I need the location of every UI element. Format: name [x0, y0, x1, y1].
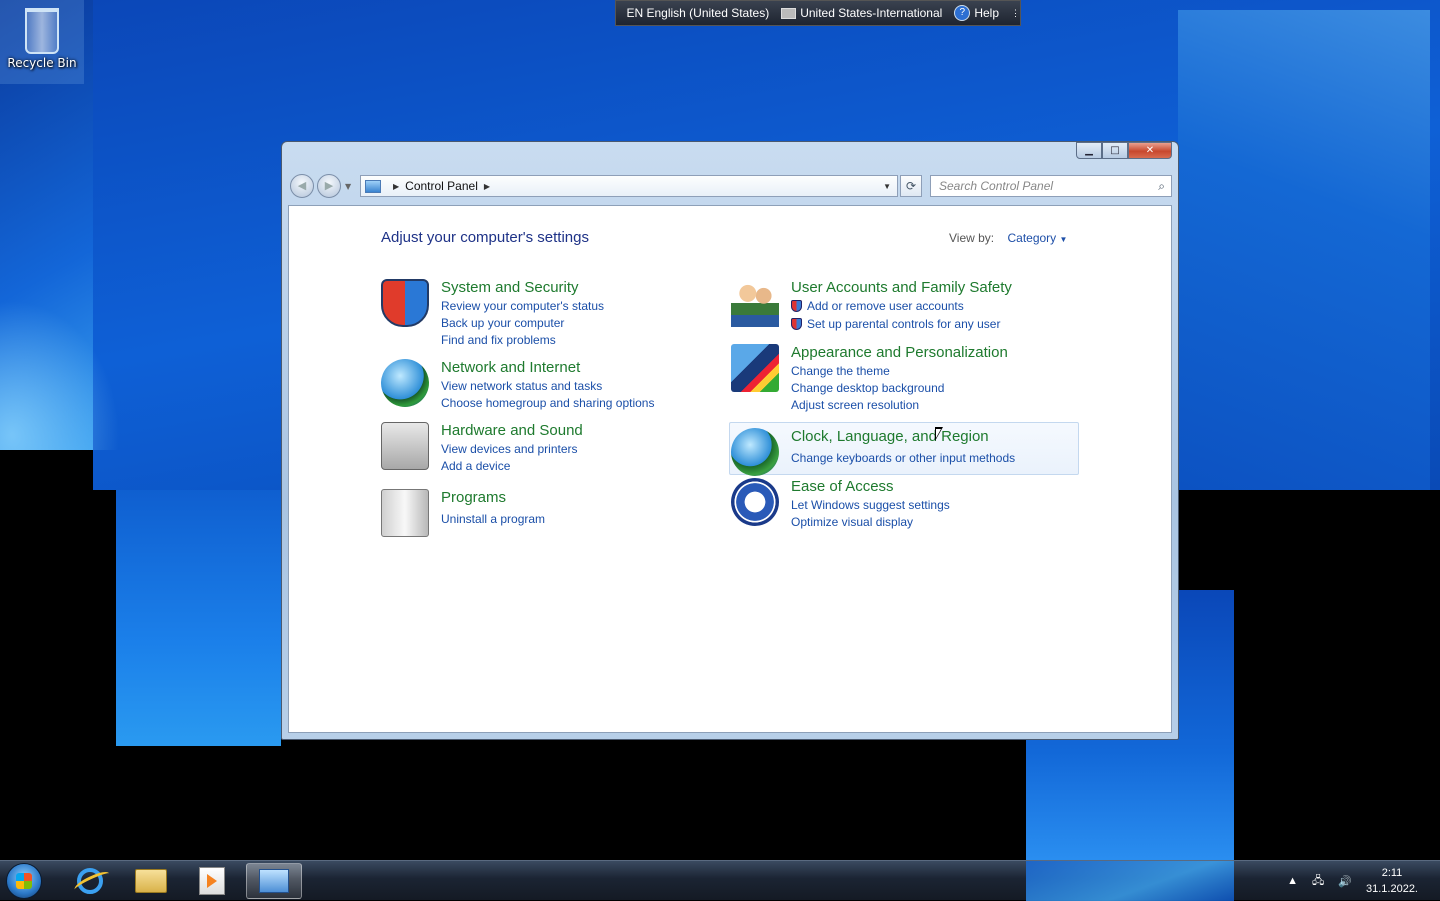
recycle-bin-label: Recycle Bin [0, 56, 84, 70]
category-title[interactable]: Ease of Access [791, 478, 894, 495]
breadcrumb-control-panel[interactable]: Control Panel [405, 179, 478, 193]
system-clock[interactable]: 2:11 31.1.2022. [1366, 865, 1418, 897]
category-link[interactable]: Change keyboards or other input methods [791, 450, 1015, 467]
language-bar-options[interactable]: ⋮ [1011, 8, 1020, 19]
language-selector[interactable]: EN English (United States) [626, 6, 769, 20]
taskbar-internet-explorer[interactable] [62, 863, 118, 899]
address-bar[interactable]: ▶ Control Panel ▶ ▼ [360, 175, 898, 197]
windows-logo-icon [16, 873, 32, 889]
language-bar[interactable]: EN English (United States) United States… [615, 0, 1021, 26]
taskbar-media-player[interactable] [184, 863, 240, 899]
folder-icon [135, 869, 167, 893]
desktop-wallpaper-patch [116, 490, 281, 746]
search-icon[interactable]: ⌕ [1158, 179, 1165, 194]
maximize-button[interactable]: □ [1102, 142, 1128, 159]
taskbar-windows-explorer[interactable] [123, 863, 179, 899]
search-placeholder: Search Control Panel [939, 179, 1053, 193]
help-icon: ? [954, 5, 970, 21]
category-link[interactable]: View devices and printers [441, 441, 578, 458]
link-row: Add or remove user accounts [791, 298, 1000, 315]
help-label: Help [974, 6, 999, 20]
category-link[interactable]: Let Windows suggest settings [791, 497, 950, 514]
control-panel-icon [259, 869, 289, 893]
search-input[interactable]: Search Control Panel ⌕ [930, 175, 1172, 197]
category-link[interactable]: Uninstall a program [441, 511, 545, 528]
chevron-down-icon: ▼ [1060, 235, 1068, 244]
category-link[interactable]: Review your computer's status [441, 298, 604, 315]
shield-icon[interactable] [381, 279, 429, 327]
volume-icon[interactable]: 🔊 [1338, 875, 1352, 888]
network-icon[interactable]: 🖧 [1312, 872, 1324, 891]
category-link[interactable]: Set up parental controls for any user [807, 317, 1000, 331]
navigation-bar: ◀ ▶ ▼ ▶ Control Panel ▶ ▼ ⟳ Search Contr… [290, 174, 1170, 200]
breadcrumb-chevron-icon[interactable]: ▶ [484, 182, 490, 191]
category-link[interactable]: Optimize visual display [791, 514, 950, 531]
keyboard-icon [781, 8, 796, 19]
uac-shield-icon [791, 318, 802, 330]
clock-time: 2:11 [1366, 865, 1418, 881]
category-link[interactable]: Adjust screen resolution [791, 397, 944, 414]
category-title[interactable]: Network and Internet [441, 359, 580, 376]
appearance-icon[interactable] [731, 344, 779, 392]
uac-shield-icon [791, 300, 802, 312]
category-title[interactable]: Programs [441, 489, 506, 506]
recycle-bin-icon [25, 8, 59, 54]
category-title[interactable]: Appearance and Personalization [791, 344, 1008, 361]
category-link[interactable]: Change the theme [791, 363, 944, 380]
category-link[interactable]: Add or remove user accounts [807, 299, 964, 313]
content-pane: Adjust your computer's settings View by:… [288, 205, 1172, 733]
printer-icon[interactable] [381, 422, 429, 470]
category-title[interactable]: System and Security [441, 279, 579, 296]
taskbar-control-panel[interactable] [246, 863, 302, 899]
notification-area: ▲ 🖧 🔊 2:11 31.1.2022. [1287, 861, 1440, 901]
keyboard-label: United States-International [800, 6, 942, 20]
show-hidden-icons-button[interactable]: ▲ [1287, 875, 1298, 887]
link-row: Set up parental controls for any user [791, 316, 1000, 333]
internet-explorer-icon [77, 868, 103, 894]
view-by-value: Category [1007, 231, 1056, 245]
category-link[interactable]: View network status and tasks [441, 378, 654, 395]
category-link[interactable]: Find and fix problems [441, 332, 604, 349]
media-player-icon [199, 867, 225, 895]
network-globe-icon[interactable] [381, 359, 429, 407]
breadcrumb-chevron-icon[interactable]: ▶ [393, 182, 399, 191]
back-button[interactable]: ◀ [290, 174, 314, 198]
category-link[interactable]: Change desktop background [791, 380, 944, 397]
minimize-button[interactable]: ▁ [1076, 142, 1102, 159]
users-icon[interactable] [731, 279, 779, 327]
view-by: View by: Category ▼ [949, 231, 1067, 245]
category-link[interactable]: Back up your computer [441, 315, 604, 332]
address-dropdown-icon[interactable]: ▼ [883, 182, 891, 191]
view-by-label: View by: [949, 231, 994, 245]
recent-pages-dropdown[interactable]: ▼ [345, 182, 351, 191]
category-title[interactable]: User Accounts and Family Safety [791, 279, 1012, 296]
page-title: Adjust your computer's settings [381, 229, 589, 246]
desktop-wallpaper-patch [1178, 10, 1430, 490]
category-title[interactable]: Clock, Language, and Region [791, 428, 989, 445]
taskbar: ▲ 🖧 🔊 2:11 31.1.2022. [0, 860, 1440, 900]
start-button[interactable] [6, 863, 42, 899]
help-button[interactable]: ? Help [954, 5, 999, 21]
close-button[interactable]: ✕ [1128, 142, 1172, 159]
ease-of-access-icon[interactable] [731, 478, 779, 526]
refresh-button[interactable]: ⟳ [900, 175, 922, 197]
category-link[interactable]: Choose homegroup and sharing options [441, 395, 654, 412]
clock-globe-icon[interactable] [731, 428, 779, 476]
keyboard-layout-selector[interactable]: United States-International [781, 6, 942, 20]
programs-icon[interactable] [381, 489, 429, 537]
recycle-bin-desktop-icon[interactable]: Recycle Bin [0, 0, 84, 84]
category-link[interactable]: Add a device [441, 458, 578, 475]
wallpaper-strip [1026, 861, 1234, 901]
mouse-cursor-icon [935, 427, 943, 441]
forward-button[interactable]: ▶ [317, 174, 341, 198]
category-title[interactable]: Hardware and Sound [441, 422, 583, 439]
language-label: EN English (United States) [626, 6, 769, 20]
clock-date: 31.1.2022. [1366, 881, 1418, 897]
view-by-dropdown[interactable]: Category ▼ [1007, 231, 1067, 245]
window-controls: ▁ □ ✕ [1076, 142, 1172, 159]
wallpaper-glow [0, 300, 120, 450]
control-panel-icon [365, 180, 381, 193]
control-panel-window: ▁ □ ✕ ◀ ▶ ▼ ▶ Control Panel ▶ ▼ ⟳ Search… [281, 141, 1179, 740]
